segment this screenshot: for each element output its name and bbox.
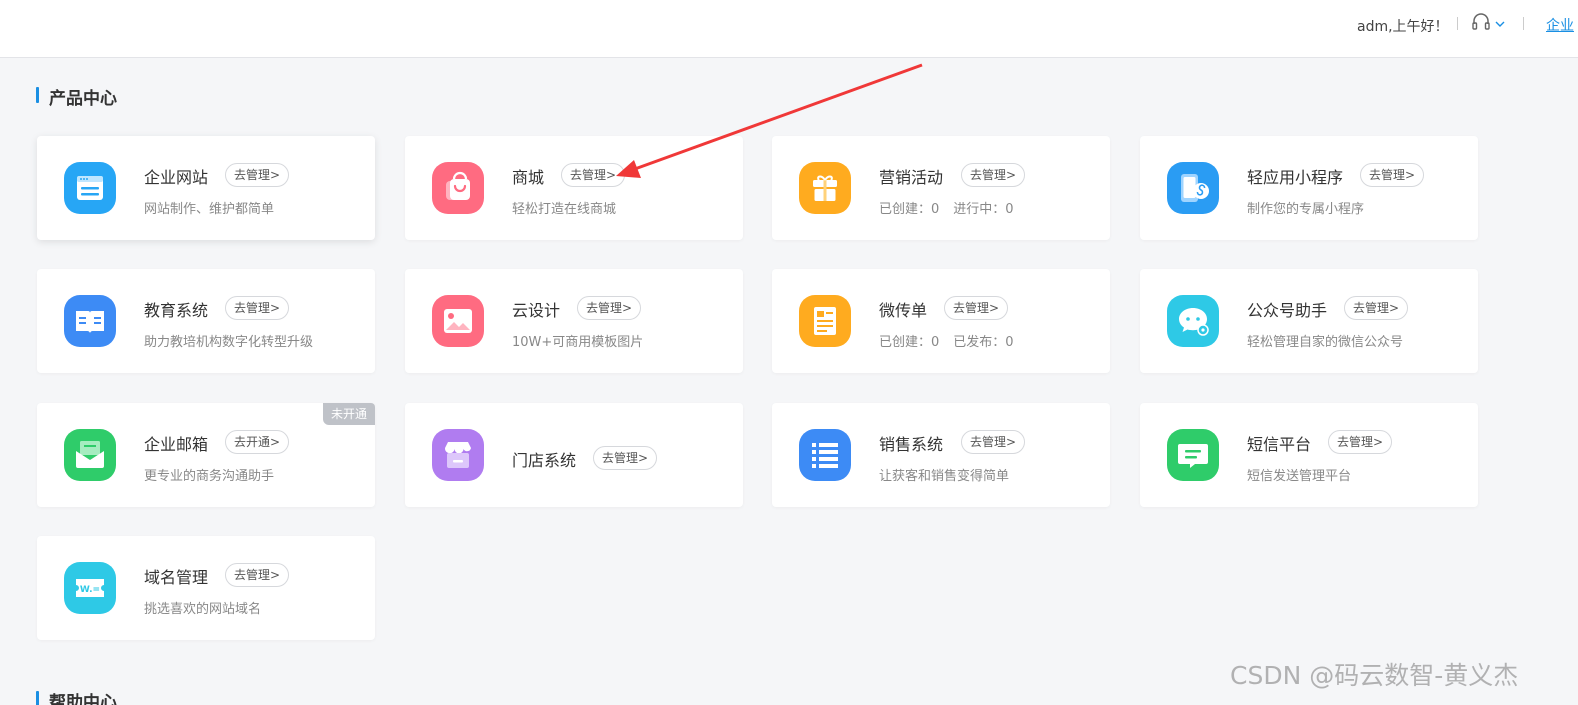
mail-icon (64, 429, 116, 481)
product-name: 教育系统 (144, 301, 209, 320)
svg-text:W.=: W.= (80, 585, 100, 595)
product-card-sms[interactable]: 短信平台 去管理> 短信发送管理平台 (1140, 403, 1478, 507)
shopping-bag-icon (432, 162, 484, 214)
product-card-domain[interactable]: W.= 域名管理 去管理> 挑选喜欢的网站域名 (37, 536, 375, 640)
divider (1523, 17, 1524, 30)
manage-button[interactable]: 去管理> (961, 163, 1026, 187)
activate-button[interactable]: 去开通> (225, 430, 290, 454)
product-card-mall[interactable]: 商城 去管理> 轻松打造在线商城 (405, 136, 743, 240)
product-card-cloud-design[interactable]: 云设计 去管理> 10W+可商用模板图片 (405, 269, 743, 373)
product-card-sales[interactable]: 销售系统 去管理> 让获客和销售变得简单 (772, 403, 1110, 507)
product-stats: 已创建：0 已发布：0 (879, 331, 1028, 350)
top-bar: adm,上午好！ 企业 (0, 0, 1578, 58)
image-icon (432, 295, 484, 347)
stat-published: 已发布：0 (953, 335, 1014, 350)
product-name: 门店系统 (512, 451, 577, 470)
wechat-settings-icon (1167, 295, 1219, 347)
product-desc: 让获客和销售变得简单 (879, 469, 1010, 484)
product-desc: 制作您的专属小程序 (1247, 202, 1365, 217)
manage-button[interactable]: 去管理> (225, 163, 290, 187)
stat-created: 已创建：0 (879, 335, 940, 350)
divider (1457, 17, 1458, 30)
product-stats: 已创建：0 进行中：0 (879, 198, 1028, 217)
manage-button[interactable]: 去管理> (225, 563, 290, 587)
product-card-education[interactable]: 教育系统 去管理> 助力教培机构数字化转型升级 (37, 269, 375, 373)
domain-icon: W.= (64, 562, 116, 614)
user-greeting: adm,上午好！ (1357, 19, 1449, 35)
product-name: 公众号助手 (1247, 301, 1328, 320)
product-name: 企业网站 (144, 168, 209, 187)
product-desc: 挑选喜欢的网站域名 (144, 602, 262, 617)
product-card-mini-program[interactable]: 轻应用小程序 去管理> 制作您的专属小程序 (1140, 136, 1478, 240)
message-icon (1167, 429, 1219, 481)
product-name: 销售系统 (879, 435, 944, 454)
store-icon (432, 429, 484, 481)
product-name: 营销活动 (879, 168, 944, 187)
manage-button[interactable]: 去管理> (1360, 163, 1425, 187)
website-icon (64, 162, 116, 214)
section-title-product-center: 产品中心 (36, 84, 117, 109)
product-card-store[interactable]: 门店系统 去管理> (405, 403, 743, 507)
manage-button[interactable]: 去管理> (225, 296, 290, 320)
manage-button[interactable]: 去管理> (944, 296, 1009, 320)
product-name: 商城 (512, 168, 545, 187)
product-card-mail[interactable]: 企业邮箱 去开通> 更专业的商务沟通助手 未开通 (37, 403, 375, 507)
manage-button[interactable]: 去管理> (961, 430, 1026, 454)
stat-running: 进行中：0 (953, 202, 1014, 217)
watermark: CSDN @码云数智-黄义杰 (1230, 661, 1519, 690)
product-desc: 轻松管理自家的微信公众号 (1247, 335, 1404, 350)
enterprise-link[interactable]: 企业 (1546, 15, 1574, 35)
product-name: 云设计 (512, 301, 561, 320)
product-desc: 轻松打造在线商城 (512, 202, 617, 217)
product-desc: 更专业的商务沟通助手 (144, 469, 275, 484)
product-desc: 短信发送管理平台 (1247, 469, 1352, 484)
product-name: 企业邮箱 (144, 435, 209, 454)
product-desc: 网站制作、维护都简单 (144, 202, 275, 217)
product-name: 域名管理 (144, 568, 209, 587)
manage-button[interactable]: 去管理> (593, 446, 658, 470)
product-card-marketing[interactable]: 营销活动 去管理> 已创建：0 进行中：0 (772, 136, 1110, 240)
customer-service-icon[interactable] (1471, 12, 1505, 34)
product-name: 微传单 (879, 301, 928, 320)
manage-button[interactable]: 去管理> (577, 296, 642, 320)
manage-button[interactable]: 去管理> (1328, 430, 1393, 454)
section-title-help-center: 帮助中心 (36, 688, 117, 705)
product-name: 短信平台 (1247, 435, 1312, 454)
list-icon (799, 429, 851, 481)
product-desc: 10W+可商用模板图片 (512, 335, 644, 350)
product-card-flyer[interactable]: 微传单 去管理> 已创建：0 已发布：0 (772, 269, 1110, 373)
product-card-official-account[interactable]: 公众号助手 去管理> 轻松管理自家的微信公众号 (1140, 269, 1478, 373)
mini-program-icon (1167, 162, 1219, 214)
gift-icon (799, 162, 851, 214)
manage-button[interactable]: 去管理> (561, 163, 626, 187)
product-card-website[interactable]: 企业网站 去管理> 网站制作、维护都简单 (37, 136, 375, 240)
product-desc: 助力教培机构数字化转型升级 (144, 335, 314, 350)
stat-created: 已创建：0 (879, 202, 940, 217)
book-icon (64, 295, 116, 347)
manage-button[interactable]: 去管理> (1344, 296, 1409, 320)
product-name: 轻应用小程序 (1247, 168, 1344, 187)
status-badge: 未开通 (323, 403, 375, 425)
flyer-icon (799, 295, 851, 347)
